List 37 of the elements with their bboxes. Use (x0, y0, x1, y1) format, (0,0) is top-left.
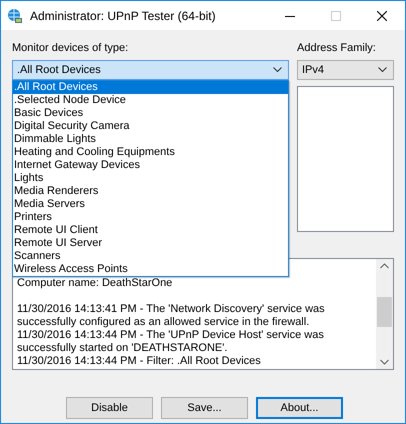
close-icon (377, 10, 387, 20)
dropdown-option[interactable]: Lights (13, 172, 288, 185)
maximize-icon (331, 10, 341, 20)
dropdown-option[interactable]: Basic Devices (13, 107, 288, 120)
scroll-thumb[interactable] (377, 297, 392, 327)
address-family-dropdown[interactable]: IPv4 (297, 60, 394, 80)
dropdown-option[interactable]: Wireless Access Points (13, 263, 288, 276)
scrollbar[interactable] (376, 259, 393, 369)
log-line: 11/30/2016 14:13:41 PM - The 'Network Discovery' service was successfully configured as an allowed service in the firewall. (17, 303, 326, 329)
field-label: Address Family: (297, 42, 377, 55)
chevron-icon (273, 67, 282, 73)
chevron-icon (378, 67, 387, 73)
dropdown-option[interactable]: .All Root Devices (13, 81, 288, 94)
dropdown-option[interactable]: Printers (13, 211, 288, 224)
log-line: Computer name: DeathStarOne (17, 277, 174, 290)
dropdown-option[interactable]: Remote UI Client (13, 224, 288, 237)
dropdown-option[interactable]: Digital Security Camera (13, 120, 288, 133)
dropdown-option[interactable]: Dimmable Lights (13, 133, 288, 146)
device-list[interactable] (297, 86, 394, 232)
dropdown-option[interactable]: Heating and Cooling Equipments (13, 146, 288, 159)
dropdown-option[interactable]: Media Servers (13, 198, 288, 211)
log-line: 11/30/2016 14:13:44 PM - Filter: .All Root Devices (17, 355, 262, 368)
device-type-dropdown[interactable]: .All Root Devices (12, 60, 289, 80)
scroll-down-icon[interactable] (380, 359, 389, 365)
dialog-button[interactable]: Disable (66, 397, 153, 419)
dropdown-option[interactable]: .Selected Node Device (13, 94, 288, 107)
field-label: Monitor devices of type: (12, 42, 130, 55)
scroll-up-icon[interactable] (380, 263, 389, 269)
dialog-button[interactable]: Save... (161, 397, 248, 419)
dropdown-option[interactable]: Remote UI Server (13, 237, 288, 250)
network-globe-icon (7, 8, 23, 24)
window-title: Administrator: UPnP Tester (64-bit) (30, 8, 217, 22)
dialog-button[interactable]: About... (256, 397, 343, 419)
log-line: 11/30/2016 14:13:44 PM - The 'UPnP Device Host' service was successfully started on 'DEATHSTARONE'. (17, 329, 325, 355)
dropdown-option[interactable]: Media Renderers (13, 185, 288, 198)
dropdown-option[interactable]: Scanners (13, 250, 288, 263)
dropdown-option[interactable]: Internet Gateway Devices (13, 159, 288, 172)
